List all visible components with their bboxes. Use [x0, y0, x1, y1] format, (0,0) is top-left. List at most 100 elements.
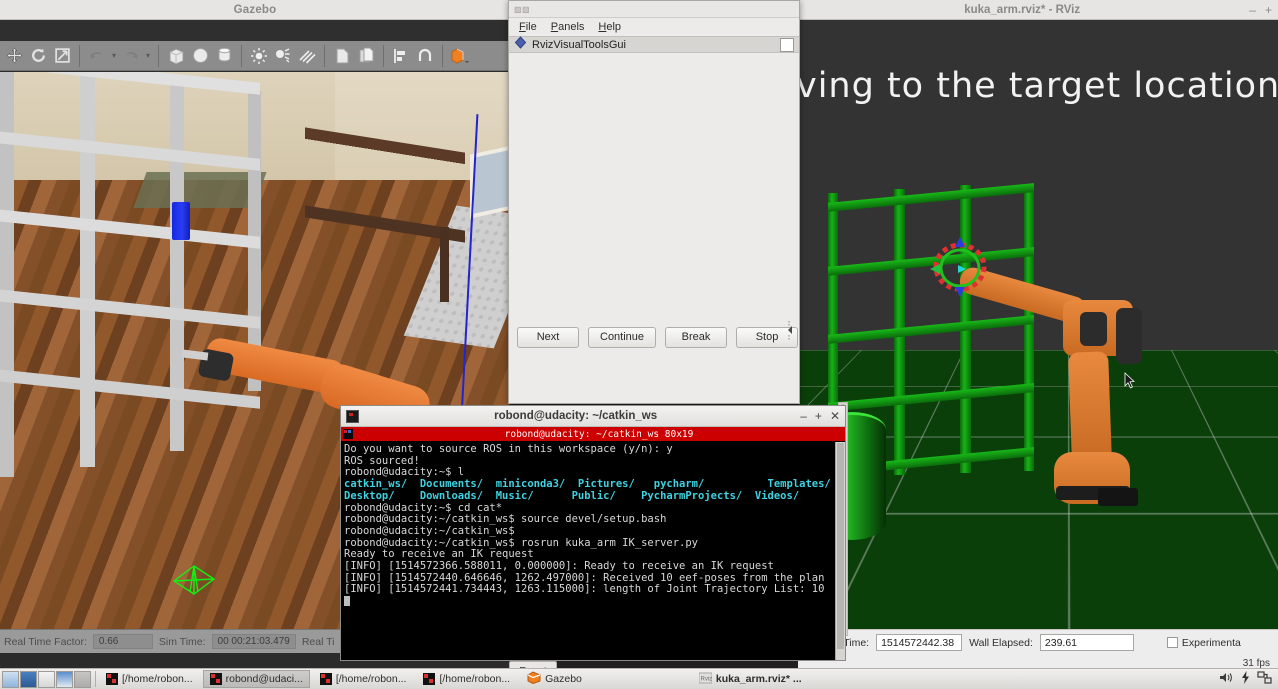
- rviz-statusbar: all Time: Wall Elapsed: Experimenta: [798, 629, 1278, 655]
- workspace-switcher-icon[interactable]: [1257, 671, 1272, 687]
- spot-light-icon[interactable]: [272, 44, 294, 68]
- gazebo-menubar-strip: [0, 20, 510, 41]
- volume-icon[interactable]: [1219, 671, 1234, 687]
- rviz-3d-viewport[interactable]: ving to the target location: [798, 20, 1278, 629]
- toolbar-divider: [158, 44, 159, 67]
- rviz-minimize-button[interactable]: –: [1249, 3, 1256, 17]
- directional-light-icon[interactable]: [296, 44, 318, 68]
- terminal-minimize-button[interactable]: –: [800, 409, 807, 423]
- terminal-tab[interactable]: robond@udacity: ~/catkin_ws 80x19: [341, 427, 845, 441]
- experimental-checkbox[interactable]: [1166, 637, 1178, 648]
- insert-box-icon[interactable]: [165, 44, 187, 68]
- taskbar-item-terminal-3[interactable]: [/home/robon...: [313, 670, 414, 688]
- term-line: robond@udacity:~$ cd cat*: [344, 501, 503, 514]
- menu-panels[interactable]: Panels: [551, 21, 585, 33]
- taskbar-item-rviz[interactable]: Rviz kuka_arm.rviz* ...: [692, 670, 809, 688]
- term-line: [INFO] [1514572441.734443, 1263.115000]:…: [344, 583, 825, 596]
- translate-mode-icon[interactable]: [3, 44, 25, 68]
- terminal-scrollbar-thumb[interactable]: [837, 443, 844, 649]
- terminal-icon: [106, 673, 118, 685]
- rviz-titlebar[interactable]: kuka_arm.rviz* - RViz – +: [798, 0, 1278, 20]
- menu-help[interactable]: Help: [598, 21, 621, 33]
- redo-dropdown-icon[interactable]: ▾: [143, 51, 153, 60]
- view-angle-icon[interactable]: [449, 44, 471, 68]
- terminal-cursor: [344, 596, 350, 607]
- file-manager-icon[interactable]: [20, 670, 37, 688]
- rvt-panel-label: RvizVisualToolsGui: [532, 38, 626, 51]
- rvt-panel-float-button[interactable]: [780, 37, 794, 52]
- mouse-cursor-icon: [1124, 372, 1136, 395]
- insert-cylinder-icon[interactable]: [213, 44, 235, 68]
- taskbar-item-terminal-4[interactable]: [/home/robon...: [416, 670, 517, 688]
- taskbar-divider: [95, 671, 96, 687]
- terminal-scrollbar[interactable]: [835, 442, 845, 660]
- rvt-panel-header[interactable]: RvizVisualToolsGui: [509, 35, 799, 54]
- rviz-interactive-marker[interactable]: [928, 235, 992, 299]
- rviz-title: kuka_arm.rviz* - RViz: [964, 3, 1081, 16]
- rotate-mode-icon[interactable]: [27, 44, 49, 68]
- terminal-maximize-button[interactable]: +: [815, 409, 822, 423]
- undo-icon[interactable]: [86, 44, 108, 68]
- terminal-screen[interactable]: Do you want to source ROS in this worksp…: [341, 442, 845, 660]
- real-time-factor-label: Real Time Factor:: [4, 635, 87, 648]
- terminal-icon: [209, 673, 222, 685]
- gazebo-title: Gazebo: [233, 3, 277, 16]
- continue-button[interactable]: Continue: [588, 326, 657, 348]
- gazebo-toolbar[interactable]: ▾ ▾: [0, 41, 510, 71]
- scene-blue-cylinder-target: [172, 202, 190, 240]
- rvt-panel-icon: [514, 35, 527, 54]
- show-desktop-icon[interactable]: [2, 670, 19, 688]
- wall-time-field[interactable]: [876, 634, 963, 651]
- break-button[interactable]: Break: [665, 326, 728, 348]
- term-line: robond@udacity:~/catkin_ws$ source devel…: [344, 513, 667, 526]
- rvt-menubar[interactable]: File Panels Help: [509, 18, 799, 36]
- align-icon[interactable]: [390, 44, 412, 68]
- redo-icon[interactable]: [120, 44, 142, 68]
- taskbar-item-gazebo[interactable]: Gazebo: [520, 670, 589, 688]
- terminal-close-button[interactable]: ✕: [830, 409, 840, 423]
- toolbar-divider: [442, 44, 443, 67]
- term-line: Ready to receive an IK request: [344, 548, 534, 561]
- term-line: robond@udacity:~$ l: [344, 466, 465, 479]
- real-time-label: Real Ti: [301, 635, 335, 648]
- toolbar-divider: [383, 44, 384, 67]
- snap-icon[interactable]: [414, 44, 436, 68]
- term-line: [INFO] [1514572366.588011, 0.000000]: Re…: [344, 560, 774, 573]
- copy-icon[interactable]: [331, 44, 353, 68]
- insert-sphere-icon[interactable]: [189, 44, 211, 68]
- point-light-icon[interactable]: [248, 44, 270, 68]
- rvt-title: ▨▨: [514, 4, 531, 14]
- scene-bench-leg: [440, 227, 449, 302]
- sim-time-label: Sim Time:: [158, 635, 206, 648]
- terminal-icon: [346, 409, 359, 423]
- menu-file[interactable]: File: [519, 21, 537, 33]
- taskbar-item-terminal-1[interactable]: [/home/robon...: [99, 670, 200, 688]
- term-line: robond@udacity:~/catkin_ws$ rosrun kuka_…: [344, 536, 699, 549]
- paste-icon[interactable]: [355, 44, 377, 68]
- taskbar-item-terminal-active[interactable]: robond@udaci...: [202, 670, 310, 688]
- gazebo-icon: [527, 671, 541, 687]
- rvt-titlebar[interactable]: ▨▨: [509, 1, 799, 18]
- rviz-visual-tools-dialog: ▨▨ File Panels Help RvizVisualToolsGui N…: [508, 0, 1135, 404]
- toolbar-divider: [241, 44, 242, 67]
- terminal-tab-icon: [343, 429, 353, 439]
- real-time-factor-value: 0.66: [92, 634, 153, 649]
- undo-dropdown-icon[interactable]: ▾: [109, 51, 119, 60]
- panel-collapse-handle-icon[interactable]: [784, 319, 796, 341]
- term-line: Do you want to source ROS in this worksp…: [344, 443, 673, 455]
- scale-mode-icon[interactable]: [51, 44, 73, 68]
- taskbar-item-label: [/home/robon...: [439, 673, 511, 685]
- wall-elapsed-field[interactable]: [1039, 634, 1134, 651]
- power-icon[interactable]: [1241, 671, 1250, 687]
- next-button[interactable]: Next: [517, 326, 579, 348]
- taskbar-item-label: kuka_arm.rviz* ...: [715, 673, 802, 685]
- toolbar-divider: [324, 44, 325, 67]
- terminal-launcher-icon[interactable]: [38, 670, 55, 688]
- toolbar-divider: [79, 44, 80, 67]
- terminal-titlebar[interactable]: robond@udacity: ~/catkin_ws – + ✕: [341, 406, 845, 427]
- gazebo-titlebar[interactable]: Gazebo: [0, 0, 510, 20]
- rviz-maximize-button[interactable]: +: [1265, 3, 1272, 17]
- window-list-icon[interactable]: [56, 670, 73, 688]
- term-line: ROS sourced!: [344, 454, 420, 467]
- workspace-pager-icon[interactable]: [74, 670, 91, 688]
